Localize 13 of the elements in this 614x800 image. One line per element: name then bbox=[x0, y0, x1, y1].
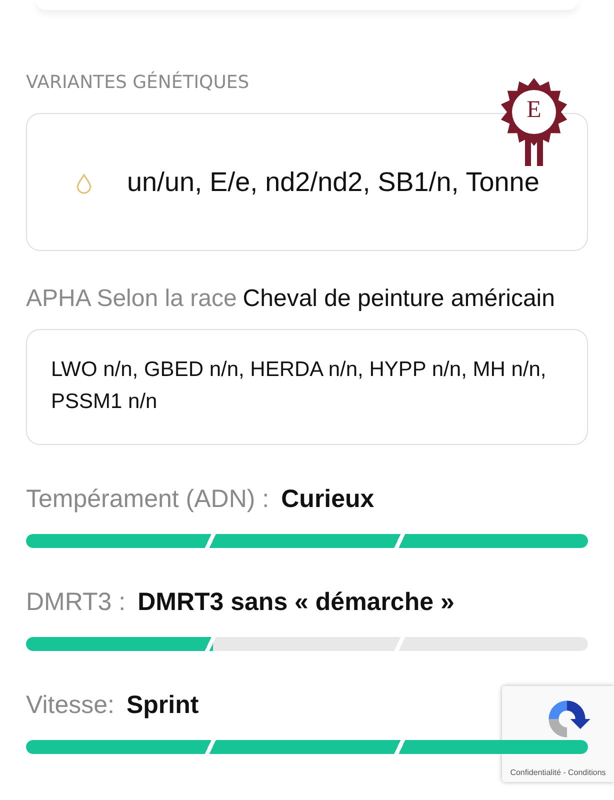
test-results: LWO n/n, GBED n/n, HERDA n/n, HYPP n/n, MH n/n, PSSM1 n/n bbox=[51, 358, 546, 413]
trait-value: Curieux bbox=[281, 485, 374, 514]
section-heading: VARIANTES GÉNÉTIQUES bbox=[26, 72, 250, 93]
variant-list: un/un, E/e, nd2/nd2, SB1/n, Tonne bbox=[127, 166, 540, 198]
trait-label: Vitesse: bbox=[26, 691, 114, 720]
trait-label: Tempérament (ADN) : bbox=[26, 485, 270, 514]
trait-label: DMRT3 : bbox=[26, 588, 126, 617]
registry-label: APHA Selon la race bbox=[26, 285, 237, 313]
trait-value: DMRT3 sans « démarche » bbox=[138, 588, 454, 617]
recaptcha-links[interactable]: Confidentialité - Conditions bbox=[510, 768, 606, 777]
drop-icon bbox=[75, 173, 93, 195]
trait-value: Sprint bbox=[126, 691, 199, 720]
breed-name: Cheval de peinture américain bbox=[242, 285, 555, 313]
